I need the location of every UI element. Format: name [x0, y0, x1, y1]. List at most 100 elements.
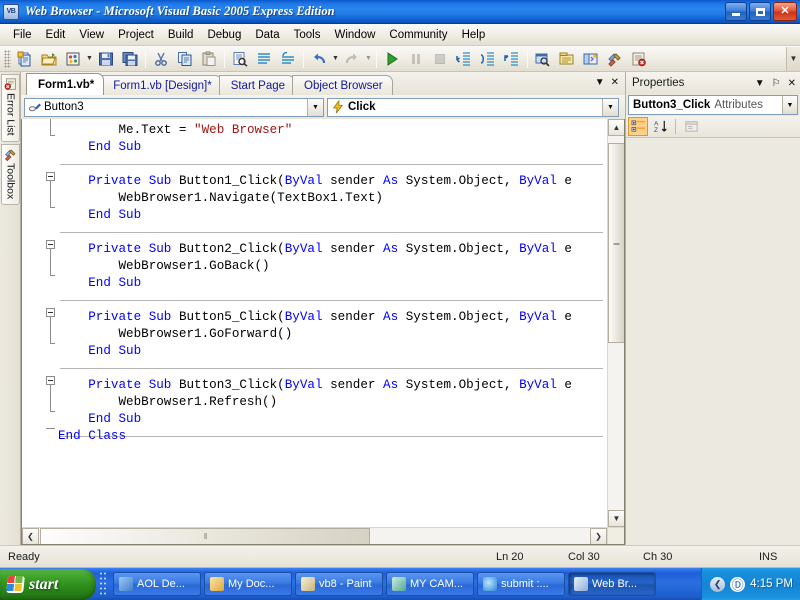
- taskbar-item-aol[interactable]: AOL De...: [113, 572, 201, 596]
- pause-icon[interactable]: [405, 48, 427, 70]
- open-file-icon[interactable]: [38, 48, 60, 70]
- scroll-up-button[interactable]: ▲: [608, 119, 625, 136]
- properties-toolbar: A Z: [626, 116, 800, 138]
- redo-dropdown-arrow[interactable]: ▼: [364, 48, 373, 70]
- find-icon[interactable]: [229, 48, 251, 70]
- chevron-down-icon[interactable]: ▼: [755, 78, 765, 89]
- menu-item-project[interactable]: Project: [111, 27, 161, 43]
- document-tab-form1-design[interactable]: Form1.vb [Design]*: [101, 75, 221, 95]
- document-tab-object-browser[interactable]: Object Browser: [292, 75, 393, 95]
- svg-text:Z: Z: [653, 127, 657, 134]
- document-tab-form1-vb[interactable]: Form1.vb*: [26, 73, 104, 95]
- menu-item-help[interactable]: Help: [455, 27, 493, 43]
- code-line: Private Sub Button2_Click(ByVal sender A…: [22, 241, 607, 258]
- error-list-icon[interactable]: [628, 48, 650, 70]
- new-project-icon[interactable]: [14, 48, 36, 70]
- paint-icon: [301, 577, 315, 591]
- cut-icon[interactable]: [150, 48, 172, 70]
- close-icon[interactable]: ✕: [788, 78, 796, 89]
- chevron-down-icon[interactable]: ▼: [595, 77, 605, 88]
- pin-icon[interactable]: ⚐: [772, 78, 781, 89]
- ie-icon: [483, 577, 497, 591]
- menu-item-file[interactable]: File: [6, 27, 39, 43]
- code-line: End Class: [22, 428, 607, 445]
- save-icon[interactable]: [95, 48, 117, 70]
- property-pages-icon[interactable]: [681, 117, 701, 136]
- taskbar-item-my-cam[interactable]: MY CAM...: [386, 572, 474, 596]
- save-all-icon[interactable]: [119, 48, 141, 70]
- document-tab-start-page[interactable]: Start Page: [219, 75, 295, 95]
- start-debug-icon[interactable]: [381, 48, 403, 70]
- undo-icon[interactable]: [308, 48, 330, 70]
- minimize-button[interactable]: [725, 2, 747, 21]
- toolbox-icon[interactable]: [604, 48, 626, 70]
- object-browser-icon[interactable]: [580, 48, 602, 70]
- scroll-down-button[interactable]: ▼: [608, 510, 625, 527]
- taskbar-clock[interactable]: 4:15 PM: [750, 578, 793, 590]
- menu-item-community[interactable]: Community: [382, 27, 454, 43]
- chevron-down-icon[interactable]: ▼: [602, 99, 618, 116]
- chevron-down-icon[interactable]: ▼: [307, 99, 323, 116]
- toolbar-grip[interactable]: [4, 50, 11, 68]
- code-line: End Sub: [22, 411, 607, 428]
- method-dropdown[interactable]: Click ▼: [327, 98, 619, 117]
- properties-toolbar-separator: [675, 119, 676, 134]
- step-out-icon[interactable]: [501, 48, 523, 70]
- new-item-icon[interactable]: [62, 48, 84, 70]
- vertical-scroll-thumb[interactable]: ‖: [608, 143, 625, 343]
- scroll-right-button[interactable]: ❯: [590, 528, 607, 545]
- status-column: Col 30: [568, 551, 600, 563]
- document-tray-icon[interactable]: Ⓓ: [730, 577, 745, 592]
- menu-item-view[interactable]: View: [72, 27, 111, 43]
- solution-explorer-icon[interactable]: [532, 48, 554, 70]
- taskbar-item-my-documents[interactable]: My Doc...: [204, 572, 292, 596]
- status-insert-mode: INS: [759, 551, 777, 563]
- uncomment-icon[interactable]: [277, 48, 299, 70]
- copy-icon[interactable]: [174, 48, 196, 70]
- taskbar-item-submit[interactable]: submit :...: [477, 572, 565, 596]
- taskbar-grip[interactable]: [99, 571, 108, 597]
- menu-item-debug[interactable]: Debug: [200, 27, 248, 43]
- maximize-button[interactable]: [749, 2, 771, 21]
- chevron-down-icon[interactable]: ▼: [782, 96, 797, 114]
- properties-grid[interactable]: [626, 139, 800, 545]
- scroll-left-button[interactable]: ❮: [22, 528, 39, 545]
- redo-icon[interactable]: [341, 48, 363, 70]
- code-text[interactable]: Me.Text = "Web Browser" End Sub Private …: [22, 122, 607, 445]
- class-dropdown[interactable]: Button3 ▼: [24, 98, 324, 117]
- start-button[interactable]: start: [0, 569, 96, 600]
- alphabetical-sort-icon[interactable]: A Z: [650, 117, 670, 136]
- properties-window-icon[interactable]: [556, 48, 578, 70]
- sidebar-tab-toolbox[interactable]: Toolbox: [1, 144, 20, 205]
- taskbar-item-paint[interactable]: vb8 - Paint: [295, 572, 383, 596]
- paste-icon[interactable]: [198, 48, 220, 70]
- close-button[interactable]: ✕: [773, 2, 797, 21]
- menu-item-tools[interactable]: Tools: [287, 27, 328, 43]
- event-object-icon: [28, 100, 42, 114]
- toolbar-overflow-button[interactable]: ▼: [786, 47, 800, 71]
- vb-icon: VB: [3, 4, 19, 20]
- show-hidden-icons-arrow[interactable]: ❮: [710, 577, 725, 592]
- properties-object-dropdown[interactable]: Button3_Click Attributes ▼: [628, 95, 798, 115]
- code-editor[interactable]: Me.Text = "Web Browser" End Sub Private …: [21, 119, 625, 545]
- close-icon[interactable]: ✕: [611, 77, 619, 88]
- stop-icon[interactable]: [429, 48, 451, 70]
- editor-horizontal-scrollbar[interactable]: ❮ ‖ ❯: [22, 527, 607, 544]
- taskbar-item-web-browser[interactable]: Web Br...: [568, 572, 656, 596]
- horizontal-scroll-thumb[interactable]: ‖: [40, 528, 370, 545]
- editor-vertical-scrollbar[interactable]: ▲ ‖ ▼: [607, 119, 624, 527]
- undo-dropdown-arrow[interactable]: ▼: [331, 48, 340, 70]
- menu-item-build[interactable]: Build: [161, 27, 201, 43]
- menu-item-window[interactable]: Window: [328, 27, 383, 43]
- new-item-dropdown-arrow[interactable]: ▼: [85, 48, 94, 70]
- step-over-icon[interactable]: [477, 48, 499, 70]
- comment-icon[interactable]: [253, 48, 275, 70]
- menu-item-edit[interactable]: Edit: [39, 27, 73, 43]
- menu-item-data[interactable]: Data: [248, 27, 286, 43]
- toolbar-separator: [224, 50, 225, 68]
- step-into-icon[interactable]: [453, 48, 475, 70]
- toolbox-icon: [4, 148, 17, 161]
- categorized-view-icon[interactable]: [628, 117, 648, 136]
- sidebar-tab-error-list[interactable]: Error List: [1, 74, 20, 142]
- method-dropdown-value: Click: [348, 101, 376, 113]
